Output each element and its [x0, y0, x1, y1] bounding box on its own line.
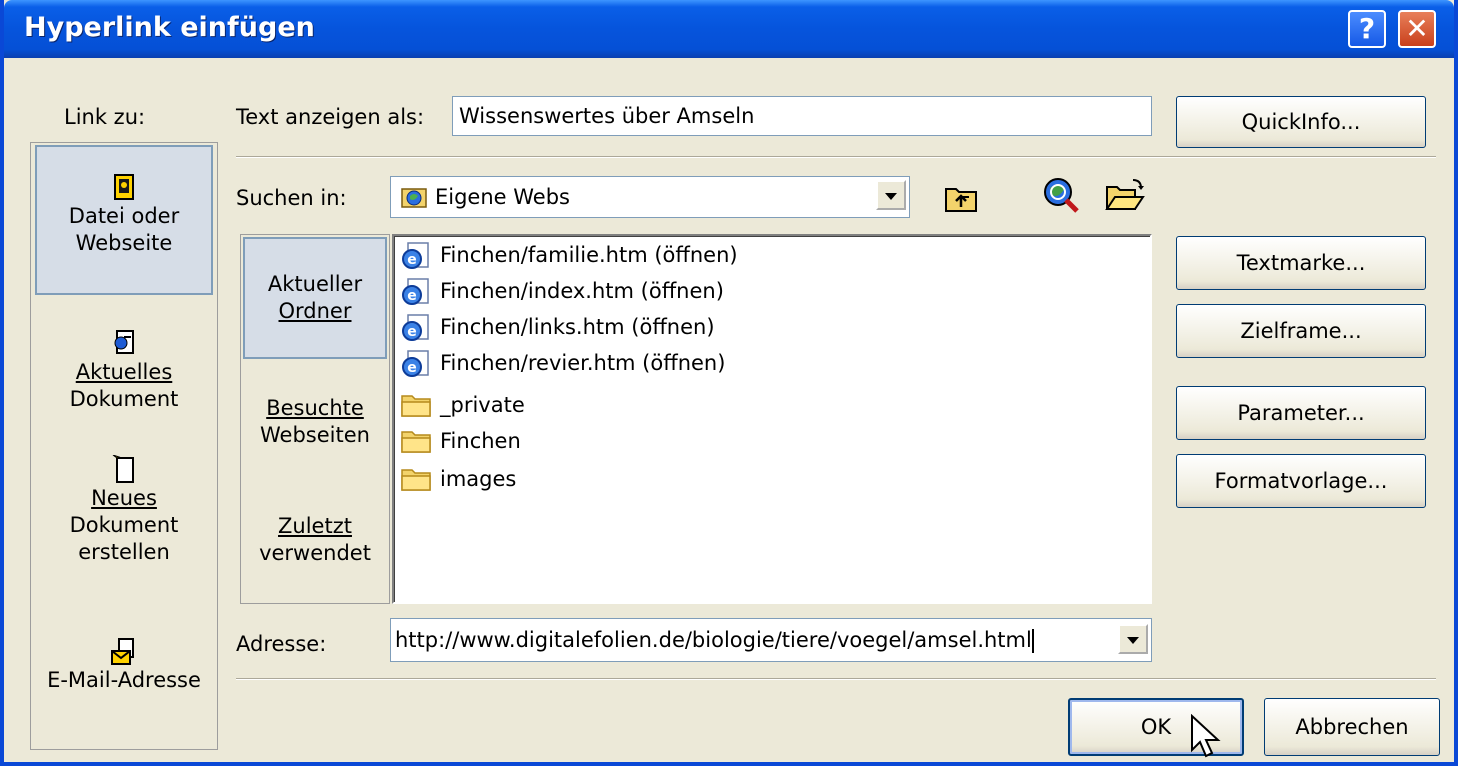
- folder-icon: [401, 431, 431, 453]
- svg-text:e: e: [407, 252, 417, 268]
- new-document-icon: [112, 455, 134, 483]
- current-document-icon: [114, 330, 134, 354]
- look-in-dropdown-button[interactable]: [876, 180, 906, 210]
- nav-file-line2: Webseite: [75, 231, 173, 255]
- style-button[interactable]: Formatvorlage...: [1176, 454, 1426, 508]
- target-frame-label: Zielframe...: [1240, 319, 1362, 343]
- ie-page-icon: e: [402, 278, 429, 305]
- dialog-title: Hyperlink einfügen: [24, 12, 315, 43]
- svg-text:e: e: [407, 360, 417, 376]
- bottom-separator: [236, 678, 1436, 680]
- address-input[interactable]: http://www.digitalefolien.de/biologie/ti…: [395, 628, 1034, 653]
- title-bar[interactable]: Hyperlink einfügen ? ✕: [4, 0, 1454, 58]
- ok-label: OK: [1140, 715, 1172, 739]
- file-list[interactable]: e Finchen/familie.htm (öffnen) e Finchen…: [392, 234, 1152, 604]
- svg-text:e: e: [407, 324, 417, 340]
- folder-icon: [401, 469, 431, 491]
- look-in-combobox[interactable]: Eigene Webs: [390, 176, 910, 218]
- nav-file-or-webpage[interactable]: Datei oder Webseite: [35, 145, 213, 295]
- nav-new-line2: Dokument: [69, 513, 179, 537]
- places-bar: Aktueller Ordner Besuchte Webseiten Zule…: [240, 234, 390, 604]
- place-current-folder[interactable]: Aktueller Ordner: [243, 237, 387, 359]
- bookmark-button[interactable]: Textmarke...: [1176, 236, 1426, 290]
- nav-new-line1: Neues: [91, 486, 157, 510]
- chevron-down-icon: [1127, 637, 1139, 644]
- parameters-button[interactable]: Parameter...: [1176, 386, 1426, 440]
- quickinfo-label: QuickInfo...: [1241, 110, 1361, 134]
- browse-web-icon: [1044, 178, 1079, 213]
- email-icon: [111, 638, 134, 665]
- place-visited-line2: Webseiten: [260, 423, 370, 447]
- link-to-label: Link zu:: [64, 105, 146, 129]
- ie-page-icon: e: [402, 242, 429, 269]
- place-current-line1: Aktueller: [267, 272, 363, 296]
- look-in-value: Eigene Webs: [435, 185, 570, 209]
- link-to-panel: Datei oder Webseite Aktuelles Dokument N…: [30, 142, 218, 750]
- folder-name: Finchen: [440, 429, 521, 453]
- help-button[interactable]: ?: [1348, 10, 1386, 48]
- chevron-down-icon: [885, 193, 897, 200]
- place-visited-line1: Besuchte: [266, 396, 364, 420]
- file-name: Finchen/links.htm (öffnen): [440, 315, 715, 339]
- address-label: Adresse:: [236, 632, 327, 656]
- cancel-label: Abbrechen: [1295, 715, 1409, 739]
- look-in-label: Suchen in:: [236, 186, 347, 210]
- nav-current-line2: Dokument: [69, 387, 179, 411]
- ie-page-icon: e: [402, 350, 429, 377]
- folder-icon: [401, 395, 431, 417]
- folder-name: images: [440, 467, 517, 491]
- file-name: Finchen/index.htm (öffnen): [440, 279, 724, 303]
- browse-web-button[interactable]: [1038, 172, 1082, 216]
- bookmark-label: Textmarke...: [1236, 251, 1366, 275]
- nav-current-line1: Aktuelles: [75, 360, 173, 384]
- hyperlink-dialog: Hyperlink einfügen ? ✕ Link zu: Datei od…: [0, 0, 1458, 766]
- nav-current-document[interactable]: Aktuelles Dokument: [35, 329, 213, 439]
- display-text-value: Wissenswertes über Amseln: [459, 104, 755, 128]
- style-label: Formatvorlage...: [1214, 469, 1388, 493]
- target-frame-button[interactable]: Zielframe...: [1176, 304, 1426, 358]
- quickinfo-button[interactable]: QuickInfo...: [1176, 96, 1426, 148]
- open-folder-icon: [1105, 179, 1145, 210]
- place-visited-webpages[interactable]: Besuchte Webseiten: [243, 395, 387, 465]
- ie-page-icon: e: [402, 314, 429, 341]
- parameters-label: Parameter...: [1237, 401, 1365, 425]
- text-caret: [1031, 629, 1034, 653]
- place-recent-line2: verwendet: [259, 541, 371, 565]
- address-dropdown-button[interactable]: [1118, 624, 1148, 654]
- file-webpage-icon: [114, 174, 134, 200]
- file-name: Finchen/revier.htm (öffnen): [440, 351, 726, 375]
- place-current-line2: Ordner: [278, 299, 352, 323]
- place-recently-used[interactable]: Zuletzt verwendet: [243, 513, 387, 583]
- display-text-input[interactable]: Wissenswertes über Amseln: [452, 96, 1152, 136]
- nav-new-document[interactable]: Neues Dokument erstellen: [35, 455, 213, 595]
- nav-file-line1: Datei oder: [68, 204, 180, 228]
- nav-email-address[interactable]: E-Mail-Adresse: [35, 637, 213, 707]
- up-folder-icon: [945, 188, 977, 212]
- place-recent-line1: Zuletzt: [278, 514, 352, 538]
- svg-text:e: e: [407, 288, 417, 304]
- display-text-label: Text anzeigen als:: [236, 105, 425, 129]
- top-separator: [236, 156, 1436, 158]
- close-button[interactable]: ✕: [1398, 10, 1436, 48]
- cancel-button[interactable]: Abbrechen: [1264, 698, 1440, 756]
- address-value: http://www.digitalefolien.de/biologie/ti…: [395, 628, 1032, 652]
- nav-new-line3: erstellen: [78, 540, 170, 564]
- folder-name: _private: [440, 393, 525, 417]
- nav-email-line1: E-Mail-Adresse: [47, 668, 201, 692]
- file-name: Finchen/familie.htm (öffnen): [440, 243, 738, 267]
- address-combobox[interactable]: http://www.digitalefolien.de/biologie/ti…: [390, 618, 1152, 662]
- web-folder-icon: [401, 188, 427, 208]
- mouse-pointer-icon: [1191, 714, 1221, 758]
- up-one-folder-button[interactable]: [940, 176, 984, 220]
- browse-file-button[interactable]: [1102, 174, 1146, 218]
